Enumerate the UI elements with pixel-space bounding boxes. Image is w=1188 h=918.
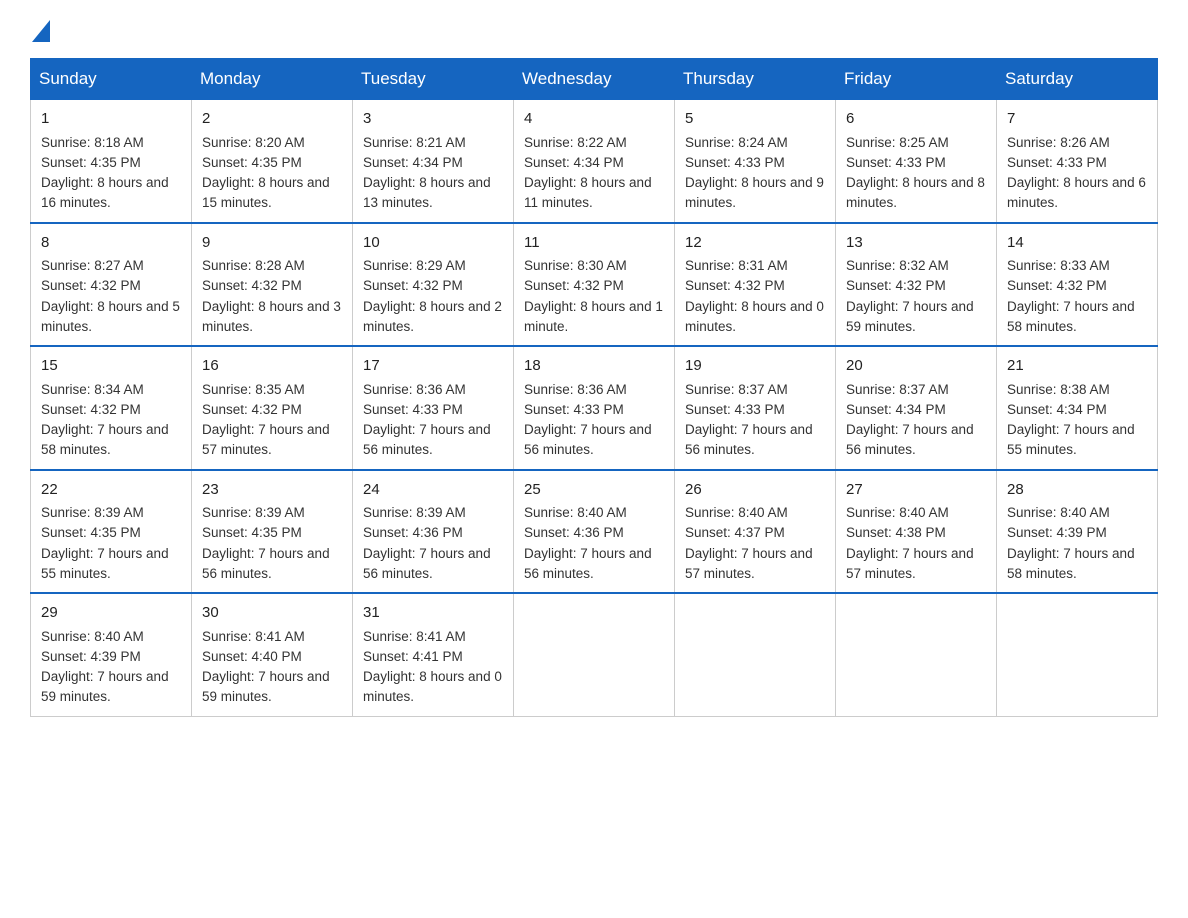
calendar-day-header: Thursday	[675, 59, 836, 100]
calendar-cell: 12Sunrise: 8:31 AMSunset: 4:32 PMDayligh…	[675, 223, 836, 347]
day-number: 25	[524, 479, 664, 502]
day-number: 22	[41, 479, 181, 502]
logo	[30, 20, 50, 38]
calendar-cell: 14Sunrise: 8:33 AMSunset: 4:32 PMDayligh…	[997, 223, 1158, 347]
day-number: 5	[685, 108, 825, 131]
day-number: 20	[846, 355, 986, 378]
day-number: 7	[1007, 108, 1147, 131]
day-number: 9	[202, 232, 342, 255]
calendar-day-header: Monday	[192, 59, 353, 100]
calendar-cell: 22Sunrise: 8:39 AMSunset: 4:35 PMDayligh…	[31, 470, 192, 594]
day-number: 28	[1007, 479, 1147, 502]
calendar-week-row: 22Sunrise: 8:39 AMSunset: 4:35 PMDayligh…	[31, 470, 1158, 594]
calendar-cell: 6Sunrise: 8:25 AMSunset: 4:33 PMDaylight…	[836, 100, 997, 223]
day-number: 21	[1007, 355, 1147, 378]
day-number: 24	[363, 479, 503, 502]
calendar-week-row: 8Sunrise: 8:27 AMSunset: 4:32 PMDaylight…	[31, 223, 1158, 347]
day-number: 14	[1007, 232, 1147, 255]
calendar-header-row: SundayMondayTuesdayWednesdayThursdayFrid…	[31, 59, 1158, 100]
calendar-cell: 4Sunrise: 8:22 AMSunset: 4:34 PMDaylight…	[514, 100, 675, 223]
calendar-day-header: Tuesday	[353, 59, 514, 100]
calendar-cell: 1Sunrise: 8:18 AMSunset: 4:35 PMDaylight…	[31, 100, 192, 223]
calendar-cell: 28Sunrise: 8:40 AMSunset: 4:39 PMDayligh…	[997, 470, 1158, 594]
day-number: 31	[363, 602, 503, 625]
calendar-cell: 24Sunrise: 8:39 AMSunset: 4:36 PMDayligh…	[353, 470, 514, 594]
day-number: 18	[524, 355, 664, 378]
calendar-week-row: 29Sunrise: 8:40 AMSunset: 4:39 PMDayligh…	[31, 593, 1158, 716]
day-number: 4	[524, 108, 664, 131]
logo-top	[30, 20, 50, 42]
day-number: 30	[202, 602, 342, 625]
calendar-cell: 21Sunrise: 8:38 AMSunset: 4:34 PMDayligh…	[997, 346, 1158, 470]
calendar-cell: 19Sunrise: 8:37 AMSunset: 4:33 PMDayligh…	[675, 346, 836, 470]
day-number: 17	[363, 355, 503, 378]
calendar-day-header: Wednesday	[514, 59, 675, 100]
day-number: 12	[685, 232, 825, 255]
day-number: 26	[685, 479, 825, 502]
calendar-cell: 17Sunrise: 8:36 AMSunset: 4:33 PMDayligh…	[353, 346, 514, 470]
calendar-week-row: 15Sunrise: 8:34 AMSunset: 4:32 PMDayligh…	[31, 346, 1158, 470]
day-number: 8	[41, 232, 181, 255]
calendar-cell: 18Sunrise: 8:36 AMSunset: 4:33 PMDayligh…	[514, 346, 675, 470]
calendar-day-header: Sunday	[31, 59, 192, 100]
page-header	[30, 20, 1158, 38]
calendar-cell: 8Sunrise: 8:27 AMSunset: 4:32 PMDaylight…	[31, 223, 192, 347]
day-number: 15	[41, 355, 181, 378]
calendar-cell: 27Sunrise: 8:40 AMSunset: 4:38 PMDayligh…	[836, 470, 997, 594]
calendar-cell: 10Sunrise: 8:29 AMSunset: 4:32 PMDayligh…	[353, 223, 514, 347]
calendar-cell: 25Sunrise: 8:40 AMSunset: 4:36 PMDayligh…	[514, 470, 675, 594]
day-number: 13	[846, 232, 986, 255]
calendar-cell: 9Sunrise: 8:28 AMSunset: 4:32 PMDaylight…	[192, 223, 353, 347]
calendar-cell: 30Sunrise: 8:41 AMSunset: 4:40 PMDayligh…	[192, 593, 353, 716]
calendar-week-row: 1Sunrise: 8:18 AMSunset: 4:35 PMDaylight…	[31, 100, 1158, 223]
calendar-cell: 23Sunrise: 8:39 AMSunset: 4:35 PMDayligh…	[192, 470, 353, 594]
day-number: 6	[846, 108, 986, 131]
calendar-cell: 31Sunrise: 8:41 AMSunset: 4:41 PMDayligh…	[353, 593, 514, 716]
calendar-cell: 2Sunrise: 8:20 AMSunset: 4:35 PMDaylight…	[192, 100, 353, 223]
calendar-cell	[675, 593, 836, 716]
calendar-cell: 11Sunrise: 8:30 AMSunset: 4:32 PMDayligh…	[514, 223, 675, 347]
calendar-day-header: Friday	[836, 59, 997, 100]
day-number: 27	[846, 479, 986, 502]
day-number: 11	[524, 232, 664, 255]
calendar-cell: 7Sunrise: 8:26 AMSunset: 4:33 PMDaylight…	[997, 100, 1158, 223]
calendar-cell: 20Sunrise: 8:37 AMSunset: 4:34 PMDayligh…	[836, 346, 997, 470]
day-number: 19	[685, 355, 825, 378]
day-number: 1	[41, 108, 181, 131]
calendar-cell: 26Sunrise: 8:40 AMSunset: 4:37 PMDayligh…	[675, 470, 836, 594]
logo-arrow-icon	[32, 20, 50, 42]
calendar-cell: 3Sunrise: 8:21 AMSunset: 4:34 PMDaylight…	[353, 100, 514, 223]
calendar-day-header: Saturday	[997, 59, 1158, 100]
day-number: 23	[202, 479, 342, 502]
calendar-cell	[836, 593, 997, 716]
calendar-cell: 29Sunrise: 8:40 AMSunset: 4:39 PMDayligh…	[31, 593, 192, 716]
calendar-table: SundayMondayTuesdayWednesdayThursdayFrid…	[30, 58, 1158, 717]
calendar-cell: 15Sunrise: 8:34 AMSunset: 4:32 PMDayligh…	[31, 346, 192, 470]
day-number: 16	[202, 355, 342, 378]
calendar-cell: 13Sunrise: 8:32 AMSunset: 4:32 PMDayligh…	[836, 223, 997, 347]
calendar-cell	[997, 593, 1158, 716]
calendar-cell	[514, 593, 675, 716]
calendar-cell: 16Sunrise: 8:35 AMSunset: 4:32 PMDayligh…	[192, 346, 353, 470]
day-number: 2	[202, 108, 342, 131]
day-number: 3	[363, 108, 503, 131]
day-number: 29	[41, 602, 181, 625]
day-number: 10	[363, 232, 503, 255]
calendar-cell: 5Sunrise: 8:24 AMSunset: 4:33 PMDaylight…	[675, 100, 836, 223]
